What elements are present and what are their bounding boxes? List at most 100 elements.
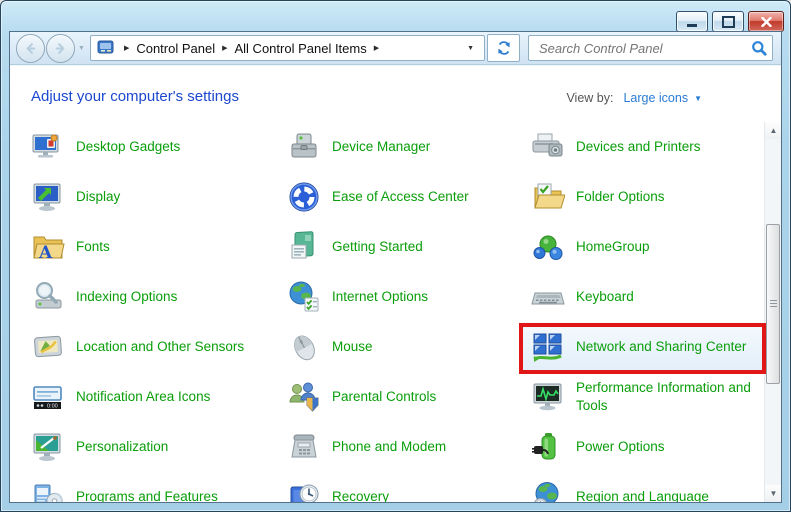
- control-panel-item-fonts[interactable]: A Fonts: [23, 222, 279, 272]
- parental-controls-icon: [287, 380, 321, 414]
- item-label: Notification Area Icons: [76, 388, 210, 406]
- view-by-value[interactable]: Large icons: [623, 91, 688, 105]
- control-panel-item-ease-of-access-center[interactable]: Ease of Access Center: [279, 172, 523, 222]
- control-panel-item-recovery[interactable]: Recovery: [279, 472, 523, 502]
- item-label: Power Options: [576, 438, 665, 456]
- item-label: Folder Options: [576, 188, 665, 206]
- control-panel-item-internet-options[interactable]: Internet Options: [279, 272, 523, 322]
- notification-area-icon: 0:00: [31, 380, 65, 414]
- address-dropdown-icon[interactable]: ▼: [461, 45, 480, 52]
- breadcrumb-item-all-control-panel-items[interactable]: All Control Panel Items: [235, 41, 367, 56]
- control-panel-item-phone-and-modem[interactable]: Phone and Modem: [279, 422, 523, 472]
- forward-arrow-icon: [53, 41, 68, 56]
- desktop-gadgets-icon: [31, 130, 65, 164]
- item-label: Recovery: [332, 488, 389, 502]
- scrollbar-thumb[interactable]: [766, 224, 780, 384]
- control-panel-item-indexing-options[interactable]: Indexing Options: [23, 272, 279, 322]
- item-label: Location and Other Sensors: [76, 338, 244, 356]
- breadcrumb-separator-icon[interactable]: ▶: [367, 44, 386, 52]
- display-icon: [31, 180, 65, 214]
- view-by-control: View by: Large icons ▼: [566, 91, 702, 105]
- personalization-icon: [31, 430, 65, 464]
- location-sensors-icon: [31, 330, 65, 364]
- svg-text:0:00: 0:00: [47, 404, 58, 410]
- maximize-icon: [722, 16, 735, 28]
- item-label: Programs and Features: [76, 488, 218, 502]
- control-panel-item-network-and-sharing-center[interactable]: Network and Sharing Center: [523, 322, 764, 372]
- control-panel-item-display[interactable]: Display: [23, 172, 279, 222]
- indexing-options-icon: [31, 280, 65, 314]
- content-area: Adjust your computer's settings View by:…: [10, 65, 781, 502]
- item-label: Phone and Modem: [332, 438, 446, 456]
- control-panel-item-performance-information-and-tools[interactable]: Performance Information and Tools: [523, 372, 764, 422]
- device-manager-icon: [287, 130, 321, 164]
- recent-pages-chevron-icon[interactable]: ▼: [78, 45, 85, 52]
- internet-options-icon: [287, 280, 321, 314]
- item-label: Fonts: [76, 238, 110, 256]
- svg-text:A: A: [38, 243, 53, 263]
- control-panel-window: ▼ ▶ Control Panel ▶ All Control Panel It…: [0, 0, 791, 512]
- breadcrumb-separator-icon: ▶: [117, 44, 136, 52]
- scrollbar-grip-icon: [770, 300, 777, 308]
- network-sharing-icon: [531, 330, 565, 364]
- item-label: HomeGroup: [576, 238, 650, 256]
- region-language-icon: [531, 480, 565, 502]
- scroll-down-button[interactable]: ▼: [765, 485, 781, 502]
- power-options-icon: [531, 430, 565, 464]
- search-icon[interactable]: [751, 40, 767, 56]
- item-label: Internet Options: [332, 288, 428, 306]
- control-panel-item-notification-area-icons[interactable]: 0:00 Notification Area Icons: [23, 372, 279, 422]
- item-label: Performance Information and Tools: [576, 379, 752, 414]
- control-panel-item-devices-and-printers[interactable]: Devices and Printers: [523, 122, 764, 172]
- breadcrumb-separator-icon[interactable]: ▶: [215, 44, 234, 52]
- control-panel-item-mouse[interactable]: Mouse: [279, 322, 523, 372]
- refresh-button[interactable]: [487, 34, 520, 62]
- control-panel-item-parental-controls[interactable]: Parental Controls: [279, 372, 523, 422]
- breadcrumb: ▶ Control Panel ▶ All Control Panel Item…: [90, 35, 485, 61]
- control-panel-item-folder-options[interactable]: Folder Options: [523, 172, 764, 222]
- forward-button[interactable]: [46, 34, 75, 63]
- control-panel-item-device-manager[interactable]: Device Manager: [279, 122, 523, 172]
- item-label: Region and Language: [576, 488, 709, 502]
- back-button[interactable]: [16, 34, 45, 63]
- control-panel-item-location-and-other-sensors[interactable]: Location and Other Sensors: [23, 322, 279, 372]
- view-by-dropdown-icon[interactable]: ▼: [694, 94, 702, 103]
- close-icon: [761, 17, 772, 27]
- search-input[interactable]: [537, 40, 751, 57]
- item-label: Desktop Gadgets: [76, 138, 180, 156]
- item-label: Parental Controls: [332, 388, 436, 406]
- item-label: Indexing Options: [76, 288, 177, 306]
- item-label: Ease of Access Center: [332, 188, 469, 206]
- control-panel-icon: [97, 40, 115, 56]
- control-panel-item-power-options[interactable]: Power Options: [523, 422, 764, 472]
- breadcrumb-item-control-panel[interactable]: Control Panel: [136, 41, 215, 56]
- item-label: Personalization: [76, 438, 168, 456]
- scroll-up-button[interactable]: ▲: [765, 122, 781, 139]
- item-label: Network and Sharing Center: [576, 338, 746, 356]
- control-panel-item-programs-and-features[interactable]: Programs and Features: [23, 472, 279, 502]
- item-label: Keyboard: [576, 288, 634, 306]
- close-button[interactable]: [748, 11, 784, 32]
- vertical-scrollbar[interactable]: ▲ ▼: [764, 122, 781, 502]
- control-panel-item-homegroup[interactable]: HomeGroup: [523, 222, 764, 272]
- ease-of-access-icon: [287, 180, 321, 214]
- minimize-button[interactable]: [676, 11, 708, 32]
- devices-and-printers-icon: [531, 130, 565, 164]
- search-box: [528, 35, 773, 61]
- mouse-icon: [287, 330, 321, 364]
- control-panel-item-keyboard[interactable]: Keyboard: [523, 272, 764, 322]
- page-title: Adjust your computer's settings: [31, 88, 239, 105]
- control-panel-grid: Desktop Gadgets Device Manager Devices a…: [23, 122, 764, 502]
- navigation-bar: ▼ ▶ Control Panel ▶ All Control Panel It…: [10, 32, 781, 65]
- control-panel-item-desktop-gadgets[interactable]: Desktop Gadgets: [23, 122, 279, 172]
- control-panel-item-getting-started[interactable]: Getting Started: [279, 222, 523, 272]
- item-label: Devices and Printers: [576, 138, 701, 156]
- getting-started-icon: [287, 230, 321, 264]
- maximize-button[interactable]: [712, 11, 744, 32]
- control-panel-item-personalization[interactable]: Personalization: [23, 422, 279, 472]
- performance-icon: [531, 380, 565, 414]
- programs-features-icon: [31, 480, 65, 502]
- item-label: Device Manager: [332, 138, 430, 156]
- control-panel-item-region-and-language[interactable]: Region and Language: [523, 472, 764, 502]
- back-arrow-icon: [23, 41, 38, 56]
